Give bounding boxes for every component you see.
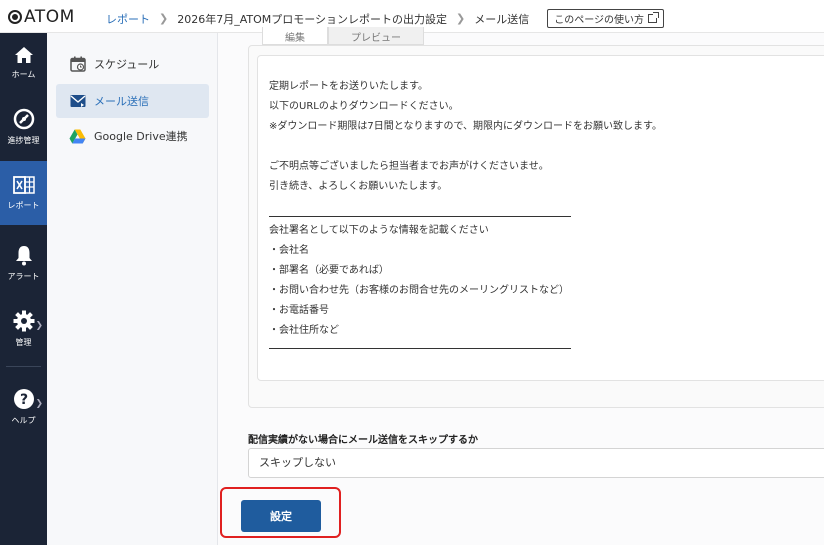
email-body-line: ※ダウンロード期限は7日間となりますので、期限内にダウンロードをお願い致します。 xyxy=(269,121,663,132)
subnav-label-schedule: スケジュール xyxy=(94,58,160,71)
email-body-line: 定期レポートをお送りいたします。 xyxy=(269,81,428,92)
subnav-item-mail[interactable]: メール送信 xyxy=(56,84,209,118)
help-icon: ? xyxy=(13,389,34,409)
nav-item-alert[interactable]: アラート xyxy=(0,233,47,293)
page-help-label: このページの使い方 xyxy=(554,15,645,26)
tab-preview[interactable]: プレビュー xyxy=(328,27,424,45)
google-drive-icon xyxy=(69,128,86,145)
breadcrumb-current: メール送信 xyxy=(474,12,530,26)
breadcrumb-report-name: 2026年7月_ATOMプロモーションレポートの出力設定 xyxy=(177,12,448,26)
mail-icon xyxy=(69,93,86,110)
external-link-icon xyxy=(648,12,660,23)
calendar-icon xyxy=(69,56,86,73)
email-body-editor[interactable]: 定期レポートをお送りいたします。 以下のURLのよりダウンロードください。 ※ダ… xyxy=(257,55,824,381)
editor-tabs: 編集 プレビュー xyxy=(262,27,424,45)
sub-sidebar: スケジュール メール送信 Google Drive連携 xyxy=(47,33,218,545)
nav-label-progress: 進捗管理 xyxy=(7,136,40,145)
chevron-right-icon: ❯ xyxy=(35,321,43,331)
email-body-line: ご不明点等ございましたら担当者までお声がけくださいませ。 xyxy=(269,161,549,172)
signature-line: 会社署名として以下のような情報を記載ください xyxy=(269,225,489,236)
nav-item-report[interactable]: レポート xyxy=(0,161,47,225)
nav-label-help: ヘルプ xyxy=(11,416,36,425)
main-content: 編集 プレビュー 定期レポートをお送りいたします。 以下のURLのよりダウンロー… xyxy=(218,27,824,545)
nav-label-report: レポート xyxy=(7,201,40,210)
submit-button[interactable]: 設定 xyxy=(241,500,321,532)
left-nav: ホーム 進捗管理 レポート アラート 管理 ❯ ? ヘルプ ❯ xyxy=(0,33,47,545)
nav-item-home[interactable]: ホーム xyxy=(0,33,47,93)
nav-label-alert: アラート xyxy=(7,272,40,281)
page-help-button[interactable]: このページの使い方 xyxy=(547,9,665,28)
breadcrumb: レポート ❯ 2026年7月_ATOMプロモーションレポートの出力設定 ❯ メー… xyxy=(106,9,665,28)
svg-text:?: ? xyxy=(19,392,27,408)
chevron-right-icon: ❯ xyxy=(456,12,466,25)
nav-item-help[interactable]: ? ヘルプ ❯ xyxy=(0,377,47,437)
chevron-right-icon: ❯ xyxy=(159,12,169,25)
chevron-right-icon: ❯ xyxy=(35,399,43,409)
skip-setting-select[interactable]: スキップしない xyxy=(248,448,824,478)
breadcrumb-report-link[interactable]: レポート xyxy=(106,11,150,27)
signature-line: ・お問い合わせ先（お客様のお問合せ先のメーリングリストなど） xyxy=(269,285,569,296)
email-body-line xyxy=(269,137,824,157)
signature-divider xyxy=(269,216,571,217)
signature-line: ・部署名（必要であれば） xyxy=(269,265,389,276)
signature-line: ・会社住所など xyxy=(269,325,339,336)
subnav-label-google-drive: Google Drive連携 xyxy=(94,130,188,143)
atom-logo[interactable]: ATOM xyxy=(8,7,75,27)
signature-divider xyxy=(269,348,571,349)
subnav-item-schedule[interactable]: スケジュール xyxy=(56,47,209,81)
nav-label-home: ホーム xyxy=(11,70,36,79)
subnav-label-mail: メール送信 xyxy=(94,95,149,108)
logo-mark-icon xyxy=(8,10,22,24)
email-body-line: 引き続き、よろしくお願いいたします。 xyxy=(269,181,448,192)
tab-edit[interactable]: 編集 xyxy=(262,27,328,45)
nav-label-admin: 管理 xyxy=(15,338,32,347)
report-icon xyxy=(12,176,35,194)
subnav-item-google-drive[interactable]: Google Drive連携 xyxy=(56,119,209,153)
editor-panel: 定期レポートをお送りいたします。 以下のURLのよりダウンロードください。 ※ダ… xyxy=(248,45,824,408)
nav-item-progress[interactable]: 進捗管理 xyxy=(0,97,47,157)
bell-icon xyxy=(15,246,32,266)
nav-item-admin[interactable]: 管理 ❯ xyxy=(0,299,47,359)
nav-divider xyxy=(6,366,41,367)
home-icon xyxy=(14,47,33,63)
signature-line: ・会社名 xyxy=(269,245,309,256)
gear-icon xyxy=(13,310,34,332)
skip-setting-label: 配信実績がない場合にメール送信をスキップするか xyxy=(248,435,478,446)
email-body-line: 以下のURLのよりダウンロードください。 xyxy=(269,101,459,112)
progress-icon xyxy=(13,108,34,130)
signature-line: ・お電話番号 xyxy=(269,305,329,316)
